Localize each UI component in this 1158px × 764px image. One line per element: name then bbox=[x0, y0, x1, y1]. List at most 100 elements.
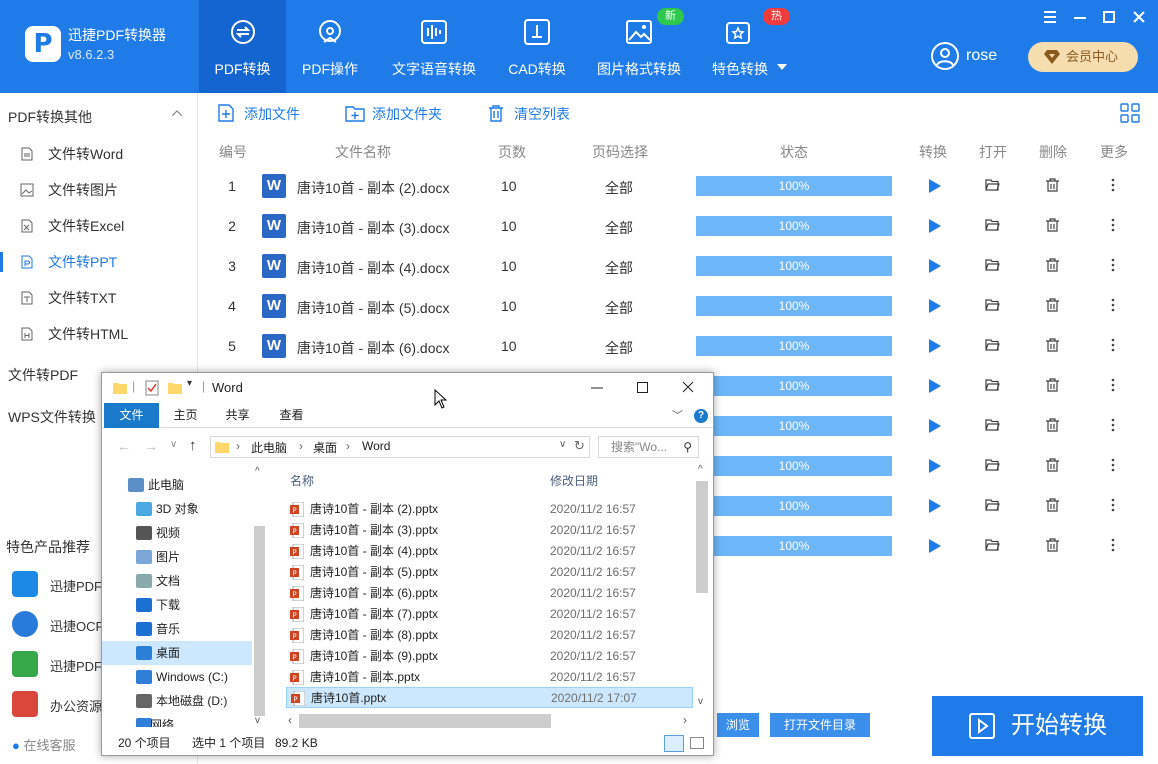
ribbon-tab-file[interactable]: 文件 bbox=[104, 403, 159, 428]
delete-icon[interactable] bbox=[1046, 538, 1059, 552]
file-row[interactable]: P 唐诗10首 - 副本 (4).pptx 2020/11/2 16:57 bbox=[286, 541, 693, 562]
nav-item-documents[interactable]: 文档 bbox=[102, 569, 252, 593]
nav-item-network[interactable]: 网络 bbox=[102, 713, 252, 727]
more-icon[interactable] bbox=[1111, 338, 1115, 352]
quick-access-dropdown-icon[interactable]: ▾ bbox=[187, 378, 192, 389]
play-icon[interactable] bbox=[927, 499, 941, 513]
search-input[interactable]: 搜索"Wo... ⚲ bbox=[598, 436, 699, 458]
address-dropdown-icon[interactable]: ∨ bbox=[559, 439, 566, 450]
more-icon[interactable] bbox=[1111, 298, 1115, 312]
recent-dropdown-icon[interactable]: ∨ bbox=[170, 439, 177, 450]
play-icon[interactable] bbox=[927, 379, 941, 393]
address-bar[interactable]: › 此电脑 › 桌面 › Word ∨ ↻ bbox=[210, 436, 590, 458]
user-avatar-icon[interactable] bbox=[931, 42, 959, 70]
nav-item-music[interactable]: 音乐 bbox=[102, 617, 252, 641]
open-folder-icon[interactable] bbox=[985, 218, 1000, 232]
scroll-up-icon[interactable]: ^ bbox=[255, 466, 260, 477]
sidebar-section-to-pdf[interactable]: 文件转PDF bbox=[8, 365, 78, 385]
delete-icon[interactable] bbox=[1046, 178, 1059, 192]
open-folder-icon[interactable] bbox=[985, 338, 1000, 352]
vip-center-button[interactable]: 会员中心 bbox=[1028, 42, 1138, 72]
delete-icon[interactable] bbox=[1046, 338, 1059, 352]
delete-icon[interactable] bbox=[1046, 298, 1059, 312]
minimize-icon[interactable] bbox=[591, 383, 603, 393]
file-row[interactable]: P 唐诗10首 - 副本 (5).pptx 2020/11/2 16:57 bbox=[286, 562, 693, 583]
sidebar-item-txt[interactable]: 文件转TXT bbox=[0, 280, 198, 316]
close-icon[interactable] bbox=[682, 381, 694, 393]
tab-pdf-operate[interactable]: PDF操作 bbox=[286, 0, 374, 93]
delete-icon[interactable] bbox=[1046, 258, 1059, 272]
file-row[interactable]: P 唐诗10首 - 副本 (7).pptx 2020/11/2 16:57 bbox=[286, 604, 693, 625]
nav-item-this-pc[interactable]: 此电脑 bbox=[102, 473, 252, 497]
file-row[interactable]: P 唐诗10首 - 副本 (2).pptx 2020/11/2 16:57 bbox=[286, 499, 693, 520]
col-header-date[interactable]: 修改日期 bbox=[550, 472, 598, 489]
open-folder-icon[interactable] bbox=[985, 378, 1000, 392]
maximize-icon[interactable] bbox=[637, 382, 648, 393]
delete-icon[interactable] bbox=[1046, 498, 1059, 512]
close-icon[interactable] bbox=[1130, 8, 1148, 26]
sidebar-section-pdf-other[interactable]: PDF转换其他 bbox=[8, 107, 92, 127]
nav-item-windows-c[interactable]: Windows (C:) bbox=[102, 665, 252, 689]
nav-item-local-disk-d[interactable]: 本地磁盘 (D:) bbox=[102, 689, 252, 713]
scroll-down-icon[interactable]: v bbox=[698, 696, 703, 707]
row-page-range[interactable]: 全部 bbox=[605, 298, 633, 318]
row-page-range[interactable]: 全部 bbox=[605, 218, 633, 238]
sidebar-section-wps[interactable]: WPS文件转换 bbox=[8, 407, 96, 427]
breadcrumb-this-pc[interactable]: 此电脑 bbox=[251, 439, 287, 456]
new-folder-icon[interactable] bbox=[168, 381, 182, 395]
ribbon-expand-icon[interactable]: ﹀ bbox=[672, 407, 683, 423]
nav-item-desktop[interactable]: 桌面 bbox=[102, 641, 252, 665]
ribbon-tab-share[interactable]: 共享 bbox=[215, 403, 260, 428]
scroll-down-icon[interactable]: v bbox=[255, 715, 260, 726]
nav-item-pictures[interactable]: 图片 bbox=[102, 545, 252, 569]
start-convert-button[interactable]: 开始转换 bbox=[932, 696, 1143, 756]
open-folder-icon[interactable] bbox=[985, 298, 1000, 312]
play-icon[interactable] bbox=[927, 539, 941, 553]
open-folder-icon[interactable] bbox=[985, 258, 1000, 272]
files-horizontal-scrollbar[interactable] bbox=[299, 714, 551, 728]
nav-item-3d-objects[interactable]: 3D 对象 bbox=[102, 497, 252, 521]
help-icon[interactable]: ? bbox=[694, 409, 708, 423]
row-page-range[interactable]: 全部 bbox=[605, 258, 633, 278]
scroll-left-icon[interactable]: ‹ bbox=[288, 713, 292, 727]
play-icon[interactable] bbox=[927, 299, 941, 313]
sidebar-item-html[interactable]: 文件转HTML bbox=[0, 316, 198, 352]
play-icon[interactable] bbox=[927, 259, 941, 273]
scroll-right-icon[interactable]: › bbox=[683, 713, 687, 727]
file-row[interactable]: P 唐诗10首 - 副本 (9).pptx 2020/11/2 16:57 bbox=[286, 646, 693, 667]
more-icon[interactable] bbox=[1111, 218, 1115, 232]
scroll-up-icon[interactable]: ^ bbox=[698, 464, 703, 475]
sidebar-item-excel[interactable]: 文件转Excel bbox=[0, 208, 198, 244]
row-page-range[interactable]: 全部 bbox=[605, 178, 633, 198]
open-folder-icon[interactable] bbox=[985, 418, 1000, 432]
refresh-icon[interactable]: ↻ bbox=[574, 438, 585, 454]
tab-pdf-convert[interactable]: PDF转换 bbox=[199, 0, 286, 93]
delete-icon[interactable] bbox=[1046, 378, 1059, 392]
more-icon[interactable] bbox=[1111, 498, 1115, 512]
nav-scrollbar[interactable] bbox=[254, 526, 265, 716]
ribbon-tab-home[interactable]: 主页 bbox=[163, 403, 208, 428]
clear-list-button[interactable]: 清空列表 bbox=[487, 103, 577, 125]
more-icon[interactable] bbox=[1111, 458, 1115, 472]
forward-arrow-icon[interactable]: → bbox=[144, 438, 158, 454]
file-row[interactable]: P 唐诗10首.pptx 2020/11/2 17:07 bbox=[286, 687, 693, 708]
minimize-icon[interactable] bbox=[1071, 8, 1089, 26]
nav-item-downloads[interactable]: 下载 bbox=[102, 593, 252, 617]
delete-icon[interactable] bbox=[1046, 458, 1059, 472]
up-arrow-icon[interactable]: ↑ bbox=[189, 437, 197, 454]
username[interactable]: rose bbox=[966, 47, 997, 65]
open-folder-icon[interactable] bbox=[985, 498, 1000, 512]
ribbon-tab-view[interactable]: 查看 bbox=[269, 403, 314, 428]
file-row[interactable]: P 唐诗10首 - 副本 (6).pptx 2020/11/2 16:57 bbox=[286, 583, 693, 604]
tab-cad[interactable]: CAD转换 bbox=[498, 0, 576, 93]
more-icon[interactable] bbox=[1111, 378, 1115, 392]
delete-icon[interactable] bbox=[1046, 418, 1059, 432]
grid-view-icon[interactable] bbox=[1120, 103, 1140, 123]
open-folder-icon[interactable] bbox=[985, 538, 1000, 552]
open-directory-button[interactable]: 打开文件目录 bbox=[770, 713, 870, 737]
large-icons-view-icon[interactable] bbox=[690, 737, 704, 749]
more-icon[interactable] bbox=[1111, 538, 1115, 552]
browse-button[interactable]: 浏览 bbox=[717, 713, 759, 737]
files-vertical-scrollbar[interactable] bbox=[696, 481, 708, 593]
chevron-down-icon[interactable] bbox=[777, 64, 787, 70]
